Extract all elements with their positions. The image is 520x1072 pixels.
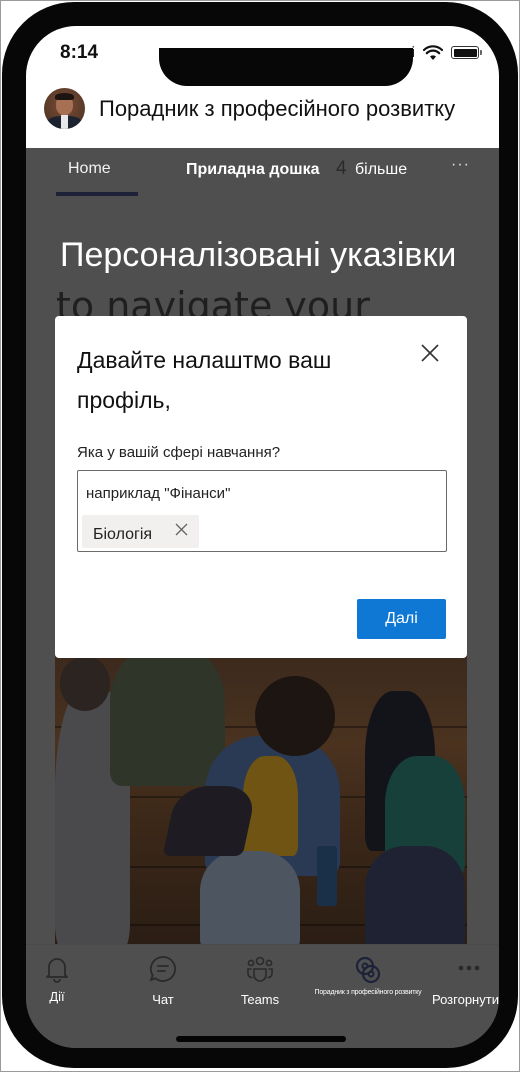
career-coach-icon: [355, 956, 381, 984]
next-button[interactable]: Далі: [357, 599, 446, 639]
home-indicator[interactable]: [176, 1036, 346, 1042]
field-of-study-label: Яка у вашій сфері навчання?: [77, 444, 281, 461]
battery-icon: [451, 46, 482, 59]
remove-chip-icon[interactable]: [175, 523, 188, 536]
tab-dashboard[interactable]: Приладна дошка: [186, 161, 320, 179]
chat-icon: [149, 956, 176, 982]
active-tab-indicator: [56, 192, 138, 196]
nav-item-career-coach[interactable]: Порадник з професійного розвитку: [306, 945, 430, 996]
more-icon: [458, 965, 480, 971]
more-tabs-link[interactable]: більше: [355, 161, 407, 179]
field-of-study-input[interactable]: [86, 481, 426, 505]
teams-icon: [247, 956, 273, 982]
students-photo: [55, 656, 467, 950]
top-bar: 8:14 усі Порадник з професійного розвитк…: [26, 26, 499, 148]
wifi-icon: [423, 44, 443, 60]
bell-icon: [46, 958, 68, 983]
phone-frame: 8:14 усі Порадник з професійного розвитк…: [2, 2, 518, 1068]
profile-setup-dialog: Давайте налаштмо ваш профіль, Яка у ваші…: [55, 316, 467, 658]
selected-chip: Біологія: [82, 515, 199, 548]
bottom-nav: Дії Чат Teams Порадник з професійного ро…: [26, 944, 499, 1048]
chip-label: Біологія: [93, 525, 153, 543]
nav-item-activity[interactable]: Дії: [32, 945, 82, 1004]
status-time: 8:14: [60, 42, 99, 63]
hero-title: Персоналізовані указівки: [60, 236, 457, 274]
nav-label-teams: Teams: [240, 992, 280, 1007]
user-avatar[interactable]: [44, 88, 85, 129]
field-of-study-picker: Біологія: [77, 470, 447, 552]
tabs-overflow-icon[interactable]: ···: [451, 156, 470, 174]
tab-home[interactable]: Home: [68, 160, 111, 178]
nav-label-career-coach: Порадник з професійного розвитку: [314, 989, 422, 996]
app-title: Порадник з професійного розвитку: [99, 95, 456, 121]
nav-label-chat: Чат: [152, 992, 174, 1007]
nav-label-more: Розгорнути: [432, 992, 499, 1007]
nav-item-chat[interactable]: Чат: [138, 945, 188, 1007]
phone-notch: [159, 48, 413, 86]
dialog-title: Давайте налаштмо ваш профіль,: [77, 347, 332, 413]
tab-bar: Home Приладна дошка 4 більше ···: [26, 148, 499, 204]
more-tabs-count: 4: [336, 158, 347, 179]
close-icon[interactable]: [419, 342, 441, 364]
nav-item-more[interactable]: Розгорнути: [432, 945, 499, 1007]
app-header: Порадник з професійного розвитку: [44, 88, 455, 129]
nav-label-activity: Дії: [49, 989, 65, 1004]
phone-screen: 8:14 усі Порадник з професійного розвитк…: [26, 26, 499, 1048]
nav-item-teams[interactable]: Teams: [232, 945, 288, 1007]
